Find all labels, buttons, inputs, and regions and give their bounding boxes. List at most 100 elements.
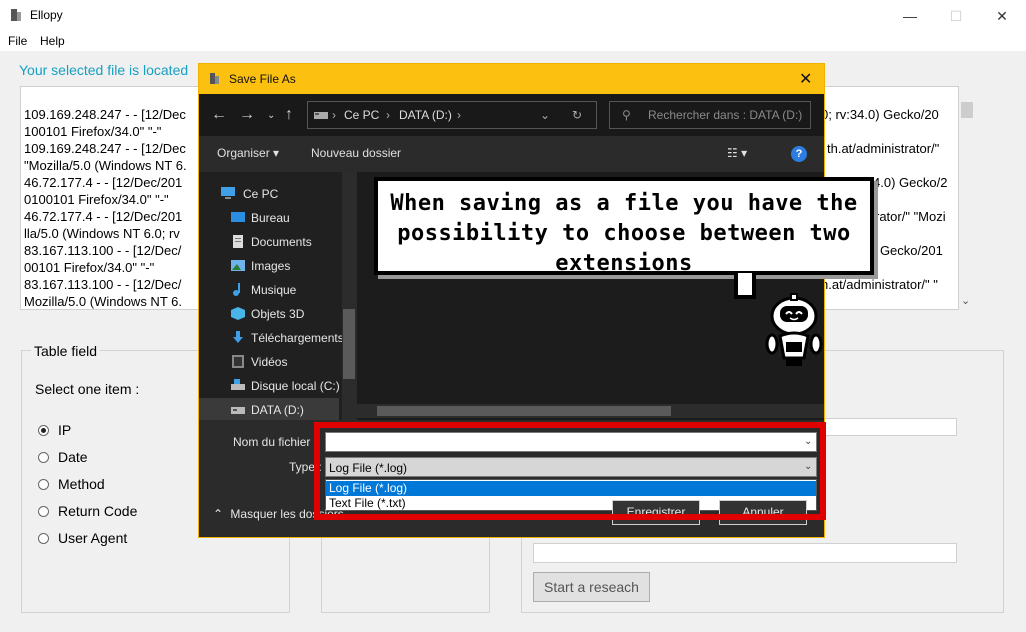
radio-label-ip[interactable]: IP [58,422,71,438]
close-button[interactable]: ✕ [980,4,1024,28]
minimize-button[interactable]: — [888,4,932,28]
nav-item-telechargements[interactable]: Téléchargements [199,326,344,350]
log-line-fragment: h.at/administrator/" " [821,277,938,292]
window-titlebar: Ellopy — ☐ ✕ [0,0,1026,31]
nav-item-documents[interactable]: Documents [199,230,339,254]
dialog-title: Save File As [229,72,296,86]
downloads-icon [233,331,243,343]
radio-user-agent[interactable] [38,533,49,544]
videos-icon [232,355,244,368]
log-line: 46.72.177.4 - - [12/Dec/201 [24,209,183,224]
log-scrollbar-thumb[interactable] [961,102,973,118]
radio-ip[interactable] [38,425,49,436]
menu-file[interactable]: File [8,34,27,48]
start-research-button[interactable]: Start a reseach [533,572,650,602]
music-icon [233,283,240,296]
nav-item-ce-pc[interactable]: Ce PC [199,182,339,206]
history-chevron-icon[interactable]: ⌄ [267,110,275,121]
refresh-icon[interactable]: ↻ [572,108,582,122]
radio-label-return-code[interactable]: Return Code [58,503,137,519]
3d-objects-icon [231,307,245,320]
radio-label-date[interactable]: Date [58,449,88,465]
maximize-button[interactable]: ☐ [934,4,978,28]
nav-item-label: Ce PC [243,187,279,201]
select-item-label: Select one item : [35,381,140,397]
radio-date[interactable] [38,452,49,463]
log-line: 83.167.113.100 - - [12/Dec/ [24,277,182,292]
search-value-input[interactable] [533,543,957,563]
back-arrow-icon[interactable]: ← [211,106,227,124]
nav-item-videos[interactable]: Vidéos [199,350,339,374]
local-disk-icon [231,379,245,390]
nav-item-data-drive[interactable]: DATA (D:) [199,398,339,420]
organize-button[interactable]: Organiser ▾ [217,146,279,160]
nav-pane-scrollbar[interactable] [342,172,356,420]
navigation-pane: Ce PC Bureau Documents Images Musique Ob… [199,172,356,420]
nav-item-label: DATA (D:) [251,403,304,417]
radio-return-code[interactable] [38,506,49,517]
radio-label-user-agent[interactable]: User Agent [58,530,127,546]
speech-bubble-text: When saving as a file you have the possi… [390,191,858,276]
computer-icon [221,187,235,199]
log-line: 00101 Firefox/34.0" "-" [24,260,155,275]
search-placeholder: Rechercher dans : DATA (D:) [648,108,803,122]
breadcrumb-separator-icon: › [457,108,461,122]
desktop-icon [231,212,245,222]
search-criteria-input[interactable] [820,418,957,436]
log-line: Mozilla/5.0 (Windows NT 6. [24,294,182,309]
app-icon [11,9,21,21]
nav-pane-scrollbar-thumb[interactable] [343,309,355,379]
selected-file-info: Your selected file is located [19,62,189,78]
nav-item-objets-3d[interactable]: Objets 3D [199,302,339,326]
breadcrumb-data-drive[interactable]: DATA (D:) [399,108,452,122]
window-title: Ellopy [30,8,63,22]
log-line: 83.167.113.100 - - [12/Dec/ [24,243,182,258]
log-line: 109.169.248.247 - - [12/Dec [24,141,186,156]
view-options-icon[interactable]: ☷ ▾ [727,146,747,160]
dialog-search-input[interactable]: ⚲ Rechercher dans : DATA (D:) [609,101,811,129]
log-line-fragment: ) Gecko/201 [872,243,943,258]
chevron-up-icon: ⌃ [213,507,224,521]
log-line-fragment: rator/" "Mozi [875,209,946,224]
pictures-icon [231,260,245,271]
log-line: "Mozilla/5.0 (Windows NT 6. [24,158,187,173]
log-line: 109.169.248.247 - - [12/Dec [24,107,186,122]
nav-item-label: Documents [251,235,312,249]
new-folder-button[interactable]: Nouveau dossier [311,146,401,160]
speech-bubble-tail [734,273,756,299]
drive-icon [231,407,245,414]
menu-help[interactable]: Help [40,34,65,48]
nav-item-disque-local[interactable]: Disque local (C:) [199,374,340,398]
nav-item-images[interactable]: Images [199,254,339,278]
highlight-box [314,422,826,520]
file-list-hscrollbar-thumb[interactable] [377,406,671,416]
nav-item-label: Musique [251,283,297,297]
nav-item-musique[interactable]: Musique [199,278,339,302]
nav-item-label: Images [251,259,291,273]
breadcrumb-separator-icon: › [386,108,390,122]
address-bar[interactable]: › Ce PC › DATA (D:) › ⌄ ↻ [307,101,597,129]
breadcrumb-ce-pc[interactable]: Ce PC [344,108,379,122]
radio-method[interactable] [38,479,49,490]
drive-icon [314,112,328,119]
organize-label: Organiser [217,146,270,160]
log-line-fragment: 4.0) Gecko/2 [873,175,948,190]
nav-item-label: Objets 3D [251,307,305,321]
log-line: 46.72.177.4 - - [12/Dec/201 [24,175,183,190]
forward-arrow-icon[interactable]: → [239,106,255,124]
up-arrow-icon[interactable]: ↑ [285,106,293,124]
log-line-fragment: th.at/administrator/" [827,141,940,156]
help-icon[interactable]: ? [791,146,807,162]
address-dropdown-icon[interactable]: ⌄ [540,108,550,122]
nav-item-label: Bureau [251,211,290,225]
dialog-app-icon [210,73,219,84]
filename-label: Nom du fichier : [233,435,318,449]
menu-bar: File Help [0,31,1026,51]
scroll-down-icon[interactable]: ⌄ [961,294,970,307]
log-line: 100101 Firefox/34.0" "-" [24,124,162,139]
log-scrollbar[interactable] [960,100,974,310]
nav-item-bureau[interactable]: Bureau [199,206,339,230]
radio-label-method[interactable]: Method [58,476,105,492]
dialog-close-button[interactable]: ✕ [799,69,812,89]
robot-mascot-icon [765,293,823,366]
